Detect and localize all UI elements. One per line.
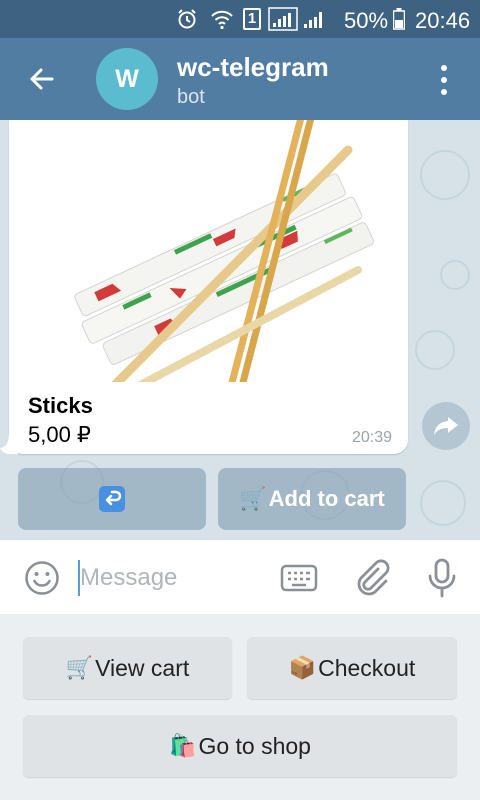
sim-number: 1: [243, 8, 261, 30]
reply-keyboard: 🛒 View cart 📦 Checkout 🛍️ Go to shop: [0, 614, 480, 800]
microphone-icon: [428, 558, 456, 598]
add-to-cart-button[interactable]: 🛒 Add to cart: [218, 468, 406, 530]
inline-return-button[interactable]: [18, 468, 206, 530]
keyboard-icon: [280, 564, 318, 592]
product-name: Sticks: [28, 393, 93, 418]
message-input[interactable]: [80, 560, 270, 596]
chat-title[interactable]: wc-telegram: [177, 52, 329, 83]
add-to-cart-label: Add to cart: [268, 486, 385, 511]
chat-subtitle: bot: [177, 86, 205, 108]
go-to-shop-button[interactable]: 🛍️ Go to shop: [23, 715, 457, 777]
background-doodle: [420, 480, 466, 526]
checkout-label: Checkout: [318, 654, 416, 681]
shopping-cart-icon: 🛒: [65, 655, 94, 680]
message-composer: [0, 540, 480, 614]
back-button[interactable]: [22, 59, 62, 99]
share-button[interactable]: [422, 402, 470, 450]
share-arrow-icon: [434, 417, 458, 435]
view-cart-button[interactable]: 🛒 View cart: [23, 637, 232, 699]
more-vertical-icon: [441, 65, 447, 95]
bot-keyboard-button[interactable]: [280, 562, 318, 594]
wifi-icon: [210, 7, 234, 31]
checkout-button[interactable]: 📦 Checkout: [247, 637, 457, 699]
message-time: 20:39: [352, 429, 393, 446]
attach-button[interactable]: [352, 557, 392, 597]
view-cart-label: View cart: [95, 654, 190, 681]
emoji-button[interactable]: [24, 560, 60, 596]
battery-percent: 50%: [344, 8, 389, 33]
go-to-shop-label: Go to shop: [198, 732, 311, 759]
return-icon: [99, 486, 125, 512]
package-icon: 📦: [288, 655, 317, 680]
shopping-cart-icon: 🛒: [239, 486, 267, 511]
background-doodle: [415, 330, 455, 370]
product-price: 5,00 ₽: [28, 422, 91, 447]
signal-icon: [268, 7, 298, 31]
chopsticks-image: [18, 120, 406, 382]
background-doodle: [420, 150, 470, 200]
chat-header: W wc-telegram bot: [0, 38, 480, 120]
status-bar: 1 50% 20:46: [0, 0, 480, 38]
shopping-bags-icon: 🛍️: [169, 733, 197, 758]
battery-icon: [393, 7, 405, 31]
alarm-icon: [176, 7, 198, 31]
more-options-button[interactable]: [426, 60, 462, 100]
signal-2-icon: [302, 7, 326, 31]
voice-message-button[interactable]: [424, 557, 460, 599]
avatar[interactable]: W: [96, 48, 158, 110]
chat-area[interactable]: Sticks 5,00 ₽ 20:39 🛒 Add to cart: [0, 120, 480, 540]
product-photo[interactable]: [18, 120, 406, 382]
background-doodle: [440, 260, 470, 290]
status-time: 20:46: [415, 8, 471, 33]
paperclip-icon: [357, 559, 390, 596]
arrow-left-icon: [30, 68, 54, 90]
bubble-tail: [0, 434, 18, 454]
sim-icon: 1: [243, 7, 261, 31]
smiley-icon: [25, 561, 59, 595]
